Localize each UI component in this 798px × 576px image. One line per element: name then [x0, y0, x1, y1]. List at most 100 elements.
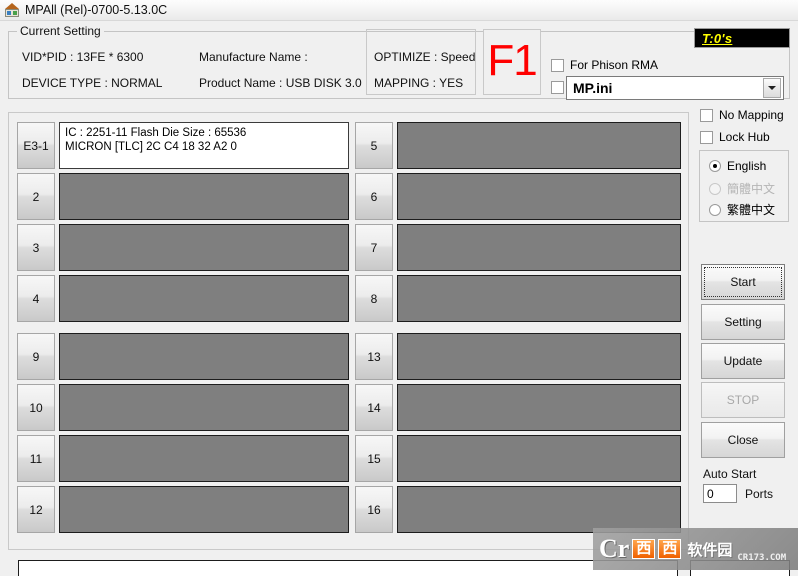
drive-info-line-2: MICRON [TLC] 2C C4 18 32 A2 0 — [65, 141, 237, 153]
drive-port-list-panel: E3-1 IC : 2251-11 Flash Die Size : 65536 M… — [8, 112, 689, 550]
drive-info-area — [397, 275, 681, 322]
drive-row[interactable]: 7 — [355, 224, 681, 271]
drive-port-button[interactable]: 3 — [17, 224, 55, 271]
drive-info-area — [397, 224, 681, 271]
log-panel-left — [18, 560, 678, 576]
f1-label: F1 — [487, 36, 537, 85]
ini-enable-checkbox[interactable] — [551, 81, 564, 94]
update-button[interactable]: Update — [701, 343, 785, 379]
drive-row[interactable]: 11 — [17, 435, 349, 482]
auto-start-ports-input[interactable]: 0 — [703, 484, 737, 503]
setting-button-label: Setting — [724, 315, 762, 329]
drive-row[interactable]: 6 — [355, 173, 681, 220]
drive-port-button[interactable]: E3-1 — [17, 122, 55, 169]
drive-port-button[interactable]: 4 — [17, 275, 55, 322]
chevron-down-icon[interactable] — [763, 78, 781, 98]
phison-rma-label: For Phison RMA — [570, 58, 659, 72]
ini-enable-checkbox-row[interactable] — [551, 81, 564, 94]
drive-row[interactable]: 15 — [355, 435, 681, 482]
stop-button-label: STOP — [726, 393, 760, 407]
drive-port-button[interactable]: 10 — [17, 384, 55, 431]
drive-port-button[interactable]: 8 — [355, 275, 393, 322]
drive-port-button[interactable]: 9 — [17, 333, 55, 380]
ini-file-combobox[interactable]: MP.ini — [566, 76, 784, 100]
drive-info-area — [59, 384, 349, 431]
drive-row[interactable]: 8 — [355, 275, 681, 322]
drive-port-button[interactable]: 6 — [355, 173, 393, 220]
drive-info-area — [397, 122, 681, 169]
no-mapping-label: No Mapping — [719, 108, 784, 122]
no-mapping-checkbox-row[interactable]: No Mapping — [700, 108, 784, 122]
drive-row[interactable]: 5 — [355, 122, 681, 169]
phison-rma-checkbox[interactable] — [551, 58, 564, 72]
language-traditional-chinese-label: 繁體中文 — [727, 203, 776, 217]
close-button-label: Close — [727, 433, 759, 447]
drive-port-button[interactable]: 12 — [17, 486, 55, 533]
elapsed-time-display: T:0's — [694, 28, 790, 48]
auto-start-ports-value: 0 — [707, 486, 714, 501]
setting-button[interactable]: Setting — [701, 304, 785, 340]
drive-info-area: IC : 2251-11 Flash Die Size : 65536 MICRO… — [59, 122, 349, 169]
phison-rma-checkbox-row[interactable]: For Phison RMA — [551, 58, 658, 72]
focus-ring — [704, 267, 782, 297]
language-option-traditional-chinese[interactable]: 繁體中文 — [709, 201, 775, 218]
drive-row[interactable]: 10 — [17, 384, 349, 431]
lock-hub-label: Lock Hub — [719, 130, 770, 144]
drive-port-button[interactable]: 2 — [17, 173, 55, 220]
drive-info-line-1: IC : 2251-11 Flash Die Size : 65536 — [65, 127, 247, 139]
drive-info-area — [397, 435, 681, 482]
drive-info-area — [397, 384, 681, 431]
drive-row[interactable]: 13 — [355, 333, 681, 380]
device-type-value: DEVICE TYPE : NORMAL — [22, 76, 163, 90]
drive-info-area — [59, 435, 349, 482]
drive-info-area — [397, 486, 681, 533]
radio-english-icon[interactable] — [709, 160, 721, 172]
stop-button: STOP — [701, 382, 785, 418]
drive-port-button[interactable]: 7 — [355, 224, 393, 271]
update-button-label: Update — [723, 354, 763, 368]
drive-port-button[interactable]: 14 — [355, 384, 393, 431]
auto-start-ports-units: Ports — [745, 487, 774, 501]
language-english-label: English — [727, 159, 767, 173]
drive-row[interactable]: 16 — [355, 486, 681, 533]
manufacture-name-value: Manufacture Name : — [199, 50, 308, 64]
drive-info-area — [59, 275, 349, 322]
drive-row[interactable]: 12 — [17, 486, 349, 533]
language-simplified-chinese-label: 簡體中文 — [727, 182, 776, 196]
mpall-application-window: MPAll (Rel)-0700-5.13.0C Current Setting… — [0, 0, 798, 576]
lock-hub-checkbox-row[interactable]: Lock Hub — [700, 130, 770, 144]
ini-file-selected-value: MP.ini — [573, 80, 613, 96]
watermark-chinese-text: 软件园 — [687, 540, 733, 559]
drive-row[interactable]: 9 — [17, 333, 349, 380]
drive-port-button[interactable]: 5 — [355, 122, 393, 169]
drive-port-button[interactable]: 16 — [355, 486, 393, 533]
start-button[interactable]: Start — [701, 264, 785, 300]
product-name-value: Product Name : USB DISK 3.0 — [199, 76, 362, 90]
f1-indicator-panel: F1 — [483, 29, 541, 95]
current-setting-legend: Current Setting — [17, 24, 104, 38]
app-factory-icon — [4, 2, 20, 18]
drive-port-button[interactable]: 13 — [355, 333, 393, 380]
language-radio-group: English 簡體中文 繁體中文 — [699, 150, 789, 222]
drive-row[interactable]: 3 — [17, 224, 349, 271]
drive-row[interactable]: 4 — [17, 275, 349, 322]
radio-traditional-chinese-icon[interactable] — [709, 203, 721, 216]
close-button[interactable]: Close — [701, 422, 785, 458]
language-option-simplified-chinese: 簡體中文 — [709, 180, 775, 197]
current-setting-optimize-box — [366, 29, 476, 95]
window-title: MPAll (Rel)-0700-5.13.0C — [25, 3, 168, 17]
radio-simplified-chinese-icon — [709, 182, 721, 195]
drive-port-button[interactable]: 11 — [17, 435, 55, 482]
drive-info-area — [59, 486, 349, 533]
drive-info-area — [59, 224, 349, 271]
no-mapping-checkbox[interactable] — [700, 108, 713, 122]
lock-hub-checkbox[interactable] — [700, 130, 713, 144]
drive-row[interactable]: 14 — [355, 384, 681, 431]
drive-info-area — [397, 333, 681, 380]
drive-row[interactable]: E3-1 IC : 2251-11 Flash Die Size : 65536 M… — [17, 122, 349, 169]
language-option-english[interactable]: English — [709, 159, 766, 173]
auto-start-label: Auto Start — [703, 467, 757, 481]
vid-pid-value: VID*PID : 13FE * 6300 — [22, 50, 144, 64]
drive-port-button[interactable]: 15 — [355, 435, 393, 482]
drive-row[interactable]: 2 — [17, 173, 349, 220]
